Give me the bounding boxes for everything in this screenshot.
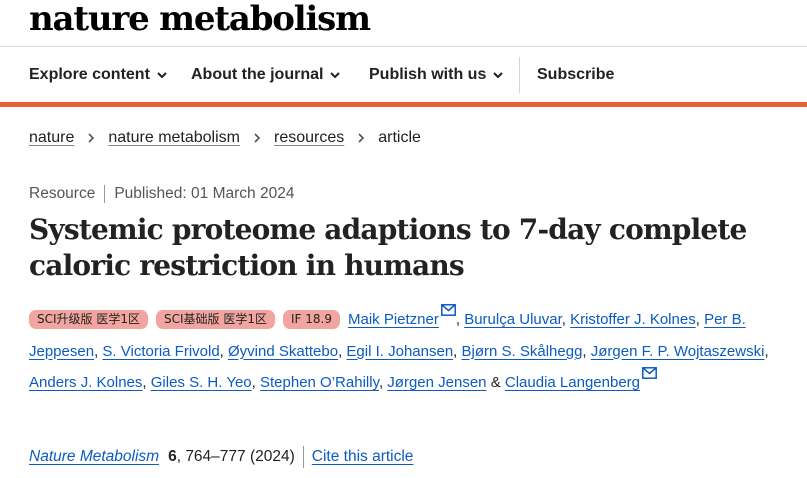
- mail-icon[interactable]: [440, 304, 456, 316]
- nav-publish-with-us[interactable]: Publish with us: [369, 47, 504, 103]
- nav-explore-content[interactable]: Explore content: [29, 47, 168, 103]
- top-navigation: Explore content About the journal Publis…: [0, 46, 807, 102]
- author-link[interactable]: Kristoffer J. Kolnes: [570, 311, 696, 328]
- pages-year: , 764–777 (2024): [176, 448, 295, 465]
- author-link[interactable]: Anders J. Kolnes: [29, 374, 142, 391]
- nav-divider: [519, 57, 520, 93]
- citation-line: Nature Metabolism 6, 764–777 (2024) Cite…: [29, 446, 413, 468]
- breadcrumb-resources[interactable]: resources: [274, 129, 344, 147]
- citation-divider: [302, 446, 304, 468]
- chevron-down-icon: [157, 72, 167, 79]
- chevron-right-icon: [254, 133, 261, 143]
- nav-subscribe[interactable]: Subscribe: [537, 47, 614, 103]
- breadcrumb-nature[interactable]: nature: [29, 129, 74, 147]
- cite-this-article-link[interactable]: Cite this article: [312, 448, 414, 466]
- author-link[interactable]: Maik Pietzner: [348, 311, 439, 328]
- chevron-down-icon: [330, 72, 341, 79]
- ranking-badge: SCI升级版 医学1区: [29, 310, 148, 329]
- author-conjunction: &: [490, 374, 501, 391]
- article-title: Systemic proteome adaptions to 7-day com…: [29, 213, 747, 282]
- author-link[interactable]: Claudia Langenberg: [505, 374, 640, 391]
- nav-about-journal[interactable]: About the journal: [191, 47, 341, 103]
- author-list: SCI升级版 医学1区 SCI基础版 医学1区 IF 18.9 Maik Pietzn…: [29, 304, 779, 399]
- author-link[interactable]: Stephen O’Rahilly: [260, 374, 379, 391]
- article-meta: Resource Published: 01 March 2024: [29, 184, 294, 204]
- mail-icon[interactable]: [642, 367, 657, 379]
- author-link[interactable]: Giles S. H. Yeo: [151, 374, 252, 391]
- article-type: Resource: [29, 185, 96, 202]
- meta-divider: [104, 185, 106, 203]
- chevron-down-icon: [493, 72, 504, 79]
- author-link[interactable]: Bjørn S. Skålhegg: [462, 343, 583, 360]
- author-link[interactable]: Jørgen Jensen: [387, 374, 486, 391]
- author-link[interactable]: Øyvind Skattebo: [228, 343, 338, 360]
- author-link[interactable]: S. Victoria Frivold: [102, 343, 219, 360]
- volume: 6: [168, 448, 177, 465]
- site-logo[interactable]: nature metabolism: [29, 0, 371, 42]
- nav-label: Subscribe: [537, 66, 615, 83]
- breadcrumb: nature nature metabolism resources artic…: [29, 127, 421, 149]
- breadcrumb-current: article: [378, 129, 421, 146]
- impact-factor-badge: IF 18.9: [283, 310, 340, 329]
- author-link[interactable]: Egil I. Johansen: [346, 343, 453, 360]
- journal-link[interactable]: Nature Metabolism: [29, 448, 159, 466]
- published-date: Published: 01 March 2024: [114, 185, 295, 202]
- nav-label: About the journal: [191, 66, 324, 83]
- breadcrumb-nature-metabolism[interactable]: nature metabolism: [108, 129, 240, 147]
- accent-bar: [0, 102, 807, 107]
- ranking-badge: SCI基础版 医学1区: [156, 310, 275, 329]
- nav-label: Explore content: [29, 66, 150, 83]
- chevron-right-icon: [358, 133, 365, 143]
- nav-label: Publish with us: [369, 66, 487, 83]
- author-link[interactable]: Jørgen F. P. Wojtaszewski: [591, 343, 765, 360]
- chevron-right-icon: [88, 133, 95, 143]
- author-link[interactable]: Burulça Uluvar: [464, 311, 562, 328]
